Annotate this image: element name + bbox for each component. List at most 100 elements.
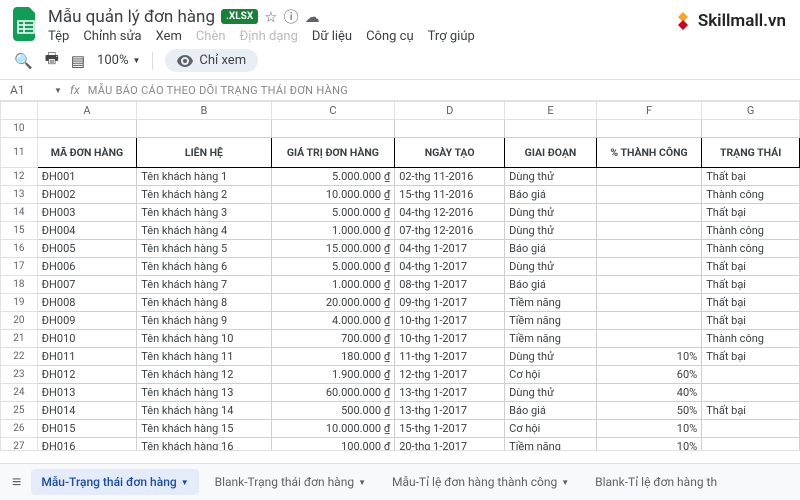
- sheet-tab[interactable]: Blank-Tỉ lệ đơn hàng th: [585, 469, 727, 495]
- cell[interactable]: [596, 240, 701, 258]
- cell[interactable]: 08-thg 1-2017: [395, 276, 505, 294]
- cell[interactable]: 4.000.000 ₫: [271, 312, 395, 330]
- star-icon[interactable]: ☆: [264, 8, 277, 26]
- row-header[interactable]: 23: [1, 366, 38, 384]
- formula-input[interactable]: MẪU BÁO CÁO THEO DÕI TRẠNG THÁI ĐƠN HÀNG: [88, 84, 348, 97]
- header-cell[interactable]: GIAI ĐOẠN: [505, 138, 597, 168]
- sheets-logo-icon[interactable]: [12, 6, 40, 42]
- cell[interactable]: [702, 420, 800, 438]
- row-header[interactable]: 21: [1, 330, 38, 348]
- cell[interactable]: [596, 186, 701, 204]
- cell[interactable]: 11-thg 1-2017: [395, 348, 505, 366]
- cell[interactable]: 10-thg 1-2017: [395, 330, 505, 348]
- cell[interactable]: Báo giá: [505, 186, 597, 204]
- cell[interactable]: Tên khách hàng 7: [137, 276, 271, 294]
- cell[interactable]: Tiềm năng: [505, 312, 597, 330]
- cloud-icon[interactable]: ☁: [305, 8, 320, 26]
- cell[interactable]: ĐH011: [37, 348, 137, 366]
- cell[interactable]: 04-thg 1-2017: [395, 240, 505, 258]
- row-header[interactable]: 16: [1, 240, 38, 258]
- cell[interactable]: Tên khách hàng 3: [137, 204, 271, 222]
- cell[interactable]: ĐH010: [37, 330, 137, 348]
- row-header[interactable]: 11: [1, 138, 38, 168]
- cell[interactable]: ĐH003: [37, 204, 137, 222]
- cell[interactable]: 15-thg 1-2017: [395, 420, 505, 438]
- cell[interactable]: ĐH006: [37, 258, 137, 276]
- cell[interactable]: Thất bại: [702, 348, 800, 366]
- cell[interactable]: [596, 276, 701, 294]
- row-header[interactable]: 14: [1, 204, 38, 222]
- cell[interactable]: Báo giá: [505, 402, 597, 420]
- cell[interactable]: [596, 204, 701, 222]
- view-only-badge[interactable]: Chỉ xem: [165, 49, 258, 72]
- cell[interactable]: Thành công: [702, 240, 800, 258]
- move-icon[interactable]: ⓘ: [284, 6, 299, 27]
- col-header[interactable]: C: [271, 102, 395, 120]
- cell[interactable]: Thành công: [702, 186, 800, 204]
- row-header[interactable]: 12: [1, 168, 38, 186]
- cell[interactable]: Tên khách hàng 12: [137, 366, 271, 384]
- cell[interactable]: Thất bại: [702, 402, 800, 420]
- cell[interactable]: ĐH005: [37, 240, 137, 258]
- cell[interactable]: Thành công: [702, 330, 800, 348]
- cell[interactable]: ĐH008: [37, 294, 137, 312]
- cell[interactable]: 5.000.000 ₫: [271, 258, 395, 276]
- cell[interactable]: 1.900.000 ₫: [271, 366, 395, 384]
- cell[interactable]: 20-thg 1-2017: [395, 438, 505, 452]
- cell[interactable]: Tên khách hàng 2: [137, 186, 271, 204]
- cell[interactable]: Dùng thử: [505, 222, 597, 240]
- cell[interactable]: [702, 438, 800, 452]
- cell[interactable]: 09-thg 1-2017: [395, 294, 505, 312]
- cell[interactable]: ĐH016: [37, 438, 137, 452]
- cell[interactable]: 180.000 ₫: [271, 348, 395, 366]
- cell[interactable]: 5.000.000 ₫: [271, 168, 395, 186]
- cell[interactable]: 50%: [596, 402, 701, 420]
- doc-title[interactable]: Mẫu quản lý đơn hàng: [48, 7, 215, 27]
- cell[interactable]: Tên khách hàng 6: [137, 258, 271, 276]
- row-header[interactable]: 18: [1, 276, 38, 294]
- sheet-tab-active[interactable]: Mẫu-Trạng thái đơn hàng ▼: [31, 469, 198, 495]
- row-header[interactable]: 10: [1, 120, 38, 138]
- col-header[interactable]: B: [137, 102, 271, 120]
- cell[interactable]: Thành công: [702, 222, 800, 240]
- menu-view[interactable]: Xem: [156, 29, 182, 44]
- cell[interactable]: 700.000 ₫: [271, 330, 395, 348]
- cell[interactable]: 07-thg 12-2016: [395, 222, 505, 240]
- cell[interactable]: Cơ hội: [505, 420, 597, 438]
- cell[interactable]: 10.000.000 ₫: [271, 420, 395, 438]
- cell[interactable]: ĐH001: [37, 168, 137, 186]
- cell[interactable]: Dùng thử: [505, 384, 597, 402]
- cell[interactable]: Tiềm năng: [505, 294, 597, 312]
- cell[interactable]: 04-thg 1-2017: [395, 258, 505, 276]
- cell[interactable]: 13-thg 1-2017: [395, 402, 505, 420]
- cell[interactable]: Tên khách hàng 11: [137, 348, 271, 366]
- cell[interactable]: Tiềm năng: [505, 438, 597, 452]
- cell[interactable]: Thất bại: [702, 312, 800, 330]
- cell[interactable]: [596, 168, 701, 186]
- cell[interactable]: 15-thg 11-2016: [395, 186, 505, 204]
- cell[interactable]: [596, 258, 701, 276]
- cell[interactable]: Tên khách hàng 14: [137, 402, 271, 420]
- zoom-select[interactable]: 100% ▼: [97, 53, 140, 68]
- filter-icon[interactable]: ▤: [71, 52, 85, 70]
- cell[interactable]: 10.000.000 ₫: [271, 186, 395, 204]
- cell[interactable]: 12-thg 1-2017: [395, 366, 505, 384]
- menu-icon[interactable]: ≡: [8, 468, 25, 496]
- cell[interactable]: ĐH013: [37, 384, 137, 402]
- col-header[interactable]: E: [505, 102, 597, 120]
- cell[interactable]: Dùng thử: [505, 168, 597, 186]
- cell[interactable]: Thất bại: [702, 276, 800, 294]
- cell[interactable]: 10%: [596, 438, 701, 452]
- cell[interactable]: Tên khách hàng 4: [137, 222, 271, 240]
- cell[interactable]: 15.000.000 ₫: [271, 240, 395, 258]
- cell[interactable]: ĐH004: [37, 222, 137, 240]
- header-cell[interactable]: MÃ ĐƠN HÀNG: [37, 138, 137, 168]
- header-cell[interactable]: GIÁ TRỊ ĐƠN HÀNG: [271, 138, 395, 168]
- cell[interactable]: Thất bại: [702, 204, 800, 222]
- cell[interactable]: 20.000.000 ₫: [271, 294, 395, 312]
- sheet-tab[interactable]: Blank-Trạng thái đơn hàng ▼: [205, 469, 376, 495]
- cell[interactable]: Tên khách hàng 8: [137, 294, 271, 312]
- cell[interactable]: Dùng thử: [505, 348, 597, 366]
- cell[interactable]: 10-thg 1-2017: [395, 312, 505, 330]
- cell[interactable]: 500.000 ₫: [271, 402, 395, 420]
